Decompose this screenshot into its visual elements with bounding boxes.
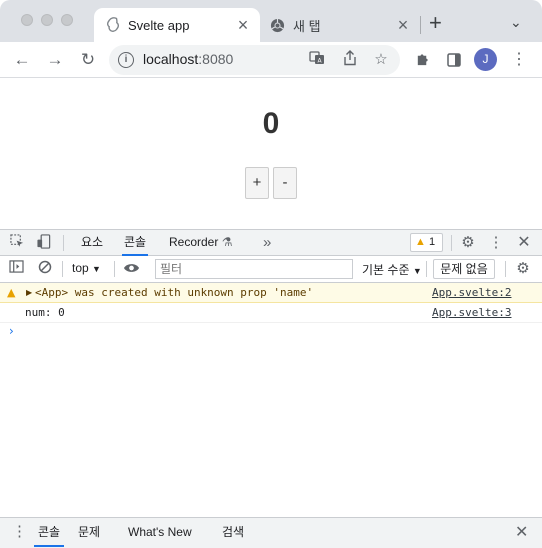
toolbar-divider — [63, 235, 64, 251]
tab-svelte-app[interactable]: Svelte app × — [94, 8, 260, 42]
drawer-tab-console[interactable]: 콘솔 — [34, 518, 65, 547]
chrome-logo-icon — [270, 18, 285, 32]
toolbar-divider — [451, 235, 452, 251]
devtools-tab-recorder[interactable]: Recorder ⚗ — [167, 230, 234, 256]
message-source-link[interactable]: App.svelte:3 — [432, 303, 511, 322]
browser-menu-kebab-icon[interactable]: ⋮ — [507, 48, 531, 72]
close-tab-icon[interactable]: × — [392, 16, 414, 34]
forward-arrow-icon[interactable]: → — [43, 48, 67, 72]
profile-avatar[interactable]: J — [474, 48, 497, 71]
sidebar-toggle-icon[interactable] — [7, 260, 25, 278]
message-source-link[interactable]: App.svelte:2 — [432, 283, 511, 302]
close-devtools-icon[interactable]: ✕ — [515, 234, 533, 252]
close-drawer-icon[interactable]: ✕ — [515, 524, 528, 542]
toolbar-divider — [62, 261, 63, 277]
devtools-menu-kebab-icon[interactable]: ⋮ — [487, 234, 505, 252]
flask-icon: ⚗ — [221, 235, 233, 249]
warning-triangle-icon: ▲ — [7, 286, 16, 299]
log-levels-value: 기본 수준 — [362, 263, 410, 277]
tab-title: Svelte app — [128, 17, 190, 33]
drawer-tab-whats-new[interactable]: What's New — [128, 518, 192, 547]
address-bar[interactable]: i localhost:8080 A ☆ — [109, 45, 400, 75]
dropdown-arrow-icon: ▼ — [92, 264, 101, 274]
back-arrow-icon[interactable]: ← — [10, 48, 34, 72]
drawer-tab-issues[interactable]: 문제 — [78, 518, 100, 547]
browser-toolbar: ← → ↻ i localhost:8080 A ☆ J ⋮ — [0, 42, 542, 78]
devtools-tab-elements[interactable]: 요소 — [79, 230, 105, 256]
warnings-counter[interactable]: ▲ 1 — [410, 233, 443, 252]
tab-strip: Svelte app × 새 탭 × + ⌄ — [0, 0, 542, 42]
increment-button[interactable]: + — [245, 167, 269, 199]
toolbar-divider — [426, 261, 427, 277]
context-selector[interactable]: top ▼ — [72, 261, 101, 275]
counter-value: 0 — [262, 107, 280, 140]
live-expression-eye-icon[interactable] — [122, 260, 140, 278]
svelte-logo-icon — [106, 17, 120, 32]
console-message-warning[interactable]: ▲ ▶ <App> was created with unknown prop … — [0, 283, 542, 303]
console-prompt-chevron-icon[interactable]: › — [9, 323, 14, 339]
issues-button[interactable]: 문제 없음 — [433, 259, 495, 279]
message-text: <App> was created with unknown prop 'nam… — [35, 286, 314, 299]
close-tab-icon[interactable]: × — [232, 16, 254, 34]
toolbar-divider — [114, 261, 115, 277]
warning-count: 1 — [428, 236, 436, 248]
console-message-log[interactable]: num: 0 App.svelte:3 — [0, 303, 542, 323]
decrement-button[interactable]: - — [273, 167, 297, 199]
devtools-tab-console[interactable]: 콘솔 — [122, 230, 149, 256]
devtools-tab-bar: 요소 콘솔 Recorder ⚗ » ▲ 1 ⚙ ⋮ ✕ — [0, 229, 542, 256]
window-close-button[interactable] — [21, 14, 33, 26]
share-icon[interactable] — [340, 50, 360, 70]
drawer-tab-search[interactable]: 검색 — [222, 518, 244, 547]
extensions-puzzle-icon[interactable] — [410, 48, 434, 72]
warning-triangle-icon: ▲ — [415, 236, 426, 248]
address-url[interactable]: localhost:8080 — [143, 51, 233, 67]
log-levels-dropdown[interactable]: 기본 수준 ▼ — [362, 261, 422, 278]
translate-icon[interactable]: A — [307, 50, 327, 70]
settings-gear-icon[interactable]: ⚙ — [459, 234, 477, 252]
console-output[interactable]: ▲ ▶ <App> was created with unknown prop … — [0, 283, 542, 518]
tab-title: 새 탭 — [293, 18, 321, 34]
side-panel-icon[interactable] — [442, 48, 466, 72]
expand-triangle-icon[interactable]: ▶ — [26, 283, 32, 302]
drawer-menu-kebab-icon[interactable]: ⋮ — [12, 518, 27, 547]
site-info-icon[interactable]: i — [118, 52, 134, 68]
window-zoom-button[interactable] — [61, 14, 73, 26]
url-host: localhost — [143, 51, 199, 67]
bookmark-star-icon[interactable]: ☆ — [371, 50, 391, 70]
recorder-label: Recorder — [169, 235, 219, 249]
message-text: num: 0 — [25, 306, 65, 319]
reload-icon[interactable]: ↻ — [76, 48, 100, 72]
tab-new-tab[interactable]: 새 탭 × — [262, 8, 420, 42]
more-tabs-icon[interactable]: » — [261, 230, 273, 256]
console-filter-bar: top ▼ 기본 수준 ▼ 문제 없음 ⚙ — [0, 256, 542, 283]
console-filter-input[interactable] — [155, 259, 353, 279]
url-port: :8080 — [198, 51, 234, 67]
dropdown-arrow-icon: ▼ — [412, 266, 422, 276]
device-toolbar-icon[interactable] — [35, 234, 53, 252]
devtools-drawer: ⋮ 콘솔 문제 What's New 검색 ✕ — [0, 517, 542, 548]
inspect-element-icon[interactable] — [8, 234, 26, 252]
clear-console-icon[interactable] — [36, 260, 54, 278]
tab-divider — [420, 16, 421, 34]
context-value: top — [72, 261, 89, 275]
web-page: 0 + - — [0, 79, 542, 229]
window-minimize-button[interactable] — [41, 14, 53, 26]
new-tab-plus-icon[interactable]: + — [429, 12, 442, 34]
toolbar-divider — [505, 261, 506, 277]
tab-search-chevron-icon[interactable]: ⌄ — [510, 14, 522, 31]
console-settings-gear-icon[interactable]: ⚙ — [514, 260, 532, 278]
